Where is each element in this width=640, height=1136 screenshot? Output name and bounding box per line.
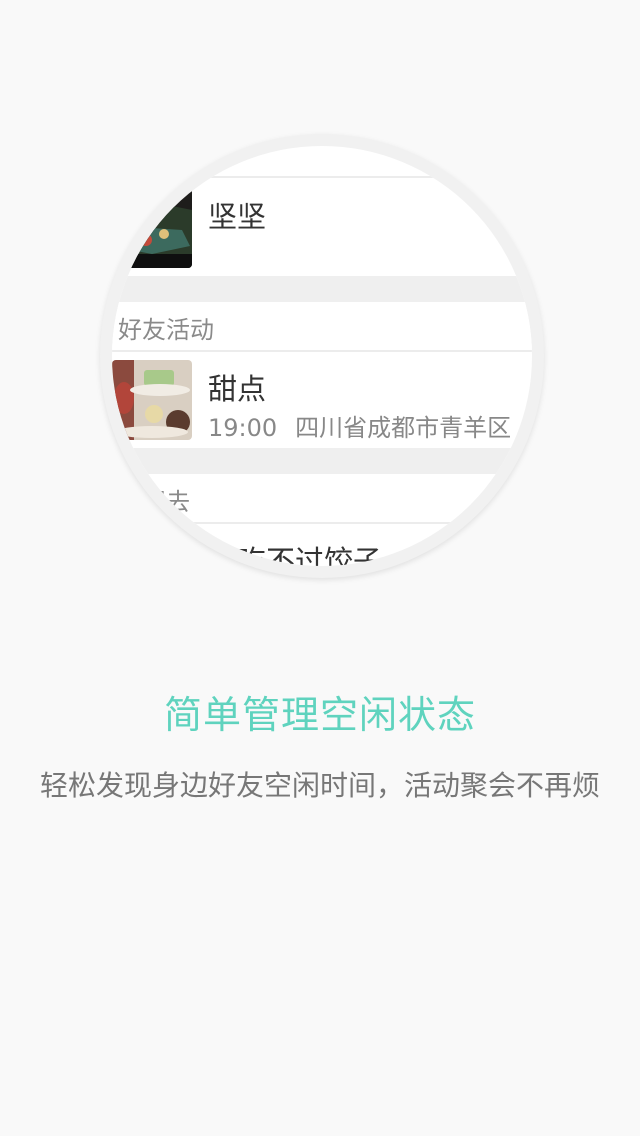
onboarding-subtitle: 轻松发现身边好友空闲时间，活动聚会不再烦: [39, 769, 600, 802]
activity-time: 19:00: [208, 414, 278, 442]
friend-photo: [112, 188, 192, 268]
section-label: 好友活动: [118, 316, 214, 344]
activity-location: 四川省成都市青羊区: [295, 414, 512, 442]
section-gap: [112, 448, 532, 474]
section-header-friend-activities: 好友活动: [112, 302, 532, 350]
divider: [112, 176, 532, 178]
onboarding-title: 简单管理空闲状态: [163, 693, 476, 737]
divider: [112, 350, 532, 352]
activity-details: 19:00 四川省成都市青羊区: [208, 408, 511, 443]
wish-name: 谁吃不过饺子: [208, 544, 383, 566]
illustration-lens: 坚坚 好友活动 甜点 19:00 四川省成都市青羊区 我想去 谁吃不过饺子: [112, 146, 532, 566]
section-label: 我想去: [118, 488, 190, 516]
divider: [112, 522, 532, 524]
section-header-want-to-go: 我想去: [112, 474, 532, 522]
dessert-photo: [112, 360, 192, 440]
friend-name: 坚坚: [208, 200, 267, 234]
activity-name: 甜点: [208, 372, 267, 406]
section-gap: [112, 276, 532, 302]
